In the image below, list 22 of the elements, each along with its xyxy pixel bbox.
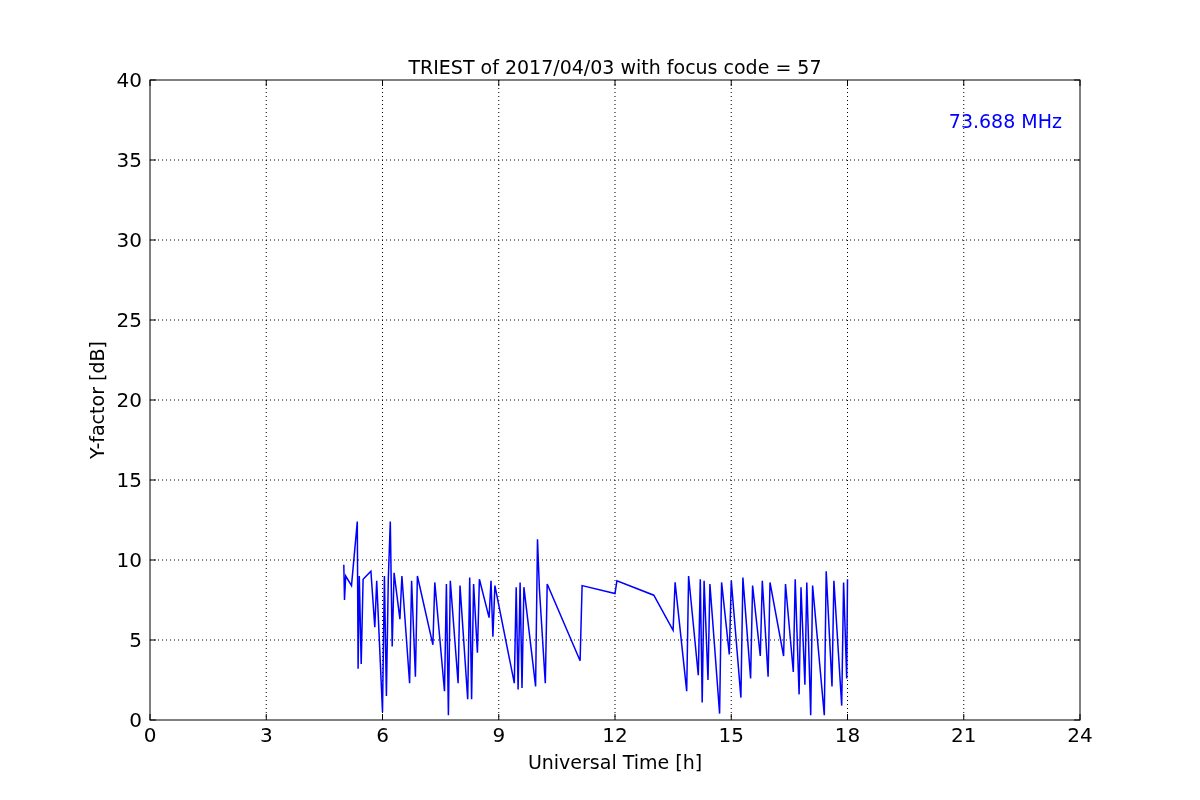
x-tick-label: 6 [376, 723, 389, 747]
x-tick-label: 15 [718, 723, 744, 747]
y-tick-label: 20 [116, 388, 142, 412]
y-tick-label: 35 [116, 148, 142, 172]
x-axis-label: Universal Time [h] [527, 751, 703, 773]
y-axis-label: Y-factor [dB] [86, 341, 108, 459]
x-tick-label: 18 [834, 723, 861, 747]
y-tick-label: 25 [116, 308, 142, 332]
y-tick-label: 10 [116, 548, 142, 572]
y-tick-label: 15 [116, 468, 142, 492]
y-tick-label: 30 [116, 228, 142, 252]
series-label: 73.688 MHz [948, 110, 1062, 132]
x-tick-label: 0 [143, 723, 157, 747]
y-tick-label: 0 [129, 708, 142, 732]
chart-title: TRIEST of 2017/04/03 with focus code = 57 [408, 56, 822, 78]
x-tick-label: 9 [492, 723, 506, 747]
y-tick-label: 5 [129, 628, 142, 652]
y-tick-label: 40 [116, 68, 142, 92]
x-tick-label: 21 [951, 723, 977, 747]
x-tick-label: 24 [1067, 723, 1093, 747]
x-tick-label: 3 [259, 723, 273, 747]
x-tick-label: 12 [602, 723, 628, 747]
